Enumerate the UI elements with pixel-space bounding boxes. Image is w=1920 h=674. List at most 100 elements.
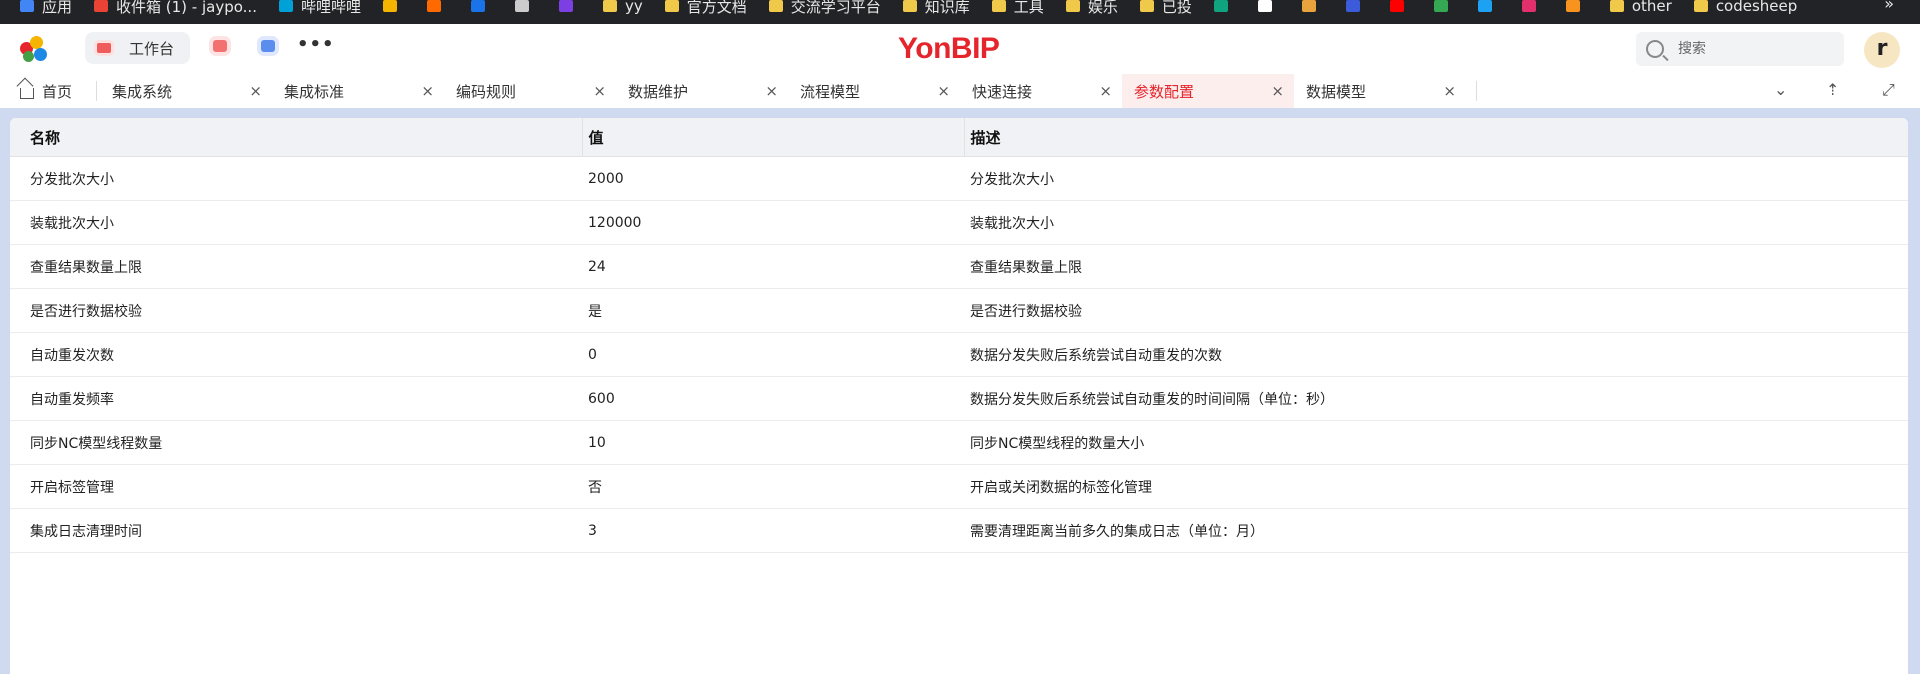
tab-close-icon[interactable]: × bbox=[765, 82, 778, 100]
param-name-cell: 查重结果数量上限 bbox=[10, 244, 582, 289]
bookmark-label: 哔哩哔哩 bbox=[300, 0, 361, 16]
table-row[interactable]: 集成日志清理时间 3 需要清理距离当前多久的集成日志（单位：月） bbox=[10, 508, 1908, 553]
column-header-value[interactable]: 值 bbox=[581, 118, 964, 157]
bookmark-label: 知识库 bbox=[924, 0, 970, 16]
param-description-cell: 开启或关闭数据的标签化管理 bbox=[964, 464, 1908, 509]
tab-label: 流程模型 bbox=[800, 82, 861, 101]
extension-icon bbox=[558, 0, 573, 12]
app-logo-icon[interactable] bbox=[20, 36, 50, 64]
table-row[interactable]: 是否进行数据校验是是否进行数据校验 bbox=[10, 288, 1908, 333]
tab-close-icon[interactable]: × bbox=[1271, 82, 1284, 100]
table-row[interactable]: 查重结果数量上限 24 查重结果数量上限 bbox=[10, 244, 1908, 289]
app-shortcut-icon[interactable] bbox=[261, 40, 275, 52]
content-area: 名称 值 描述 分发批次大小 2000 分发批次大小 装载批次大小 120000 装载批次… bbox=[0, 108, 1920, 674]
bookmark-item[interactable] bbox=[1389, 0, 1412, 12]
bookmark-item[interactable]: 交流学习平台 bbox=[768, 0, 881, 17]
table-row[interactable]: 同步NC模型线程数量 10 同步NC模型线程的数量大小 bbox=[10, 420, 1908, 465]
bookmark-item[interactable]: 已投 bbox=[1139, 0, 1192, 17]
bookmarks-bar: 应用 收件箱 (1) - jaypo... 哔哩哔哩 yy 官方文档 交流学习平台 知识库 工… bbox=[0, 0, 1920, 24]
bookmark-item[interactable] bbox=[1213, 0, 1236, 12]
tab-page[interactable]: 数据模型 × bbox=[1294, 74, 1466, 108]
more-apps-button[interactable]: ••• bbox=[297, 34, 335, 55]
tab-page[interactable]: 数据维护 × bbox=[616, 74, 788, 108]
workbench-button[interactable]: 工作台 bbox=[85, 32, 190, 64]
param-value-cell: 120000 bbox=[582, 200, 964, 245]
user-avatar[interactable]: r bbox=[1864, 32, 1900, 68]
tab-page[interactable]: 参数配置 × bbox=[1122, 74, 1294, 108]
tab-label: 集成系统 bbox=[112, 82, 173, 101]
tab-close-icon[interactable]: × bbox=[1099, 82, 1112, 100]
apps-grid-icon bbox=[20, 0, 34, 12]
bookmark-item[interactable]: 工具 bbox=[991, 0, 1044, 17]
bookmark-label: other bbox=[1631, 0, 1672, 15]
bookmark-item[interactable]: 哔哩哔哩 bbox=[278, 0, 361, 17]
tab-list-dropdown-icon[interactable]: ⌄ bbox=[1774, 80, 1787, 99]
bookmark-item[interactable]: codesheep bbox=[1693, 0, 1797, 15]
bookmark-item[interactable] bbox=[1433, 0, 1456, 12]
fullscreen-icon[interactable]: ⤢ bbox=[1882, 80, 1895, 100]
bookmark-item[interactable]: 应用 bbox=[20, 0, 72, 17]
bookmark-item[interactable]: 娱乐 bbox=[1065, 0, 1118, 17]
bookmark-item[interactable]: yy bbox=[602, 0, 643, 15]
param-value-cell: 0 bbox=[582, 332, 964, 377]
bookmarks-row: 应用 收件箱 (1) - jaypo... 哔哩哔哩 yy 官方文档 交流学习平台 知识库 工… bbox=[20, 0, 1819, 18]
bookmark-label: 工具 bbox=[1013, 0, 1044, 16]
bookmark-item[interactable] bbox=[1521, 0, 1544, 12]
tab-close-icon[interactable]: × bbox=[249, 82, 262, 100]
bookmarks-overflow-button[interactable]: » bbox=[1884, 0, 1894, 13]
search-input[interactable] bbox=[1676, 40, 1820, 58]
table-row[interactable]: 自动重发次数 0 数据分发失败后系统尝试自动重发的次数 bbox=[10, 332, 1908, 377]
tab-bar: 首页 集成系统 × 集成标准 × 编码规则 × 数据维护 × 流程模型 × 快速连接 × 参数配置 × 数据模… bbox=[0, 74, 1920, 109]
table-header-row: 名称 值 描述 bbox=[10, 118, 1908, 157]
bookmark-item[interactable] bbox=[558, 0, 581, 12]
tab-page[interactable]: 集成系统 × bbox=[100, 74, 272, 108]
brand-logo: YonBIP bbox=[898, 32, 1000, 65]
bookmark-item[interactable]: other bbox=[1609, 0, 1672, 15]
gmail-icon bbox=[94, 0, 109, 12]
openai-icon bbox=[1213, 0, 1228, 12]
bookmark-item[interactable] bbox=[1477, 0, 1500, 12]
bookmark-item[interactable]: 收件箱 (1) - jaypo... bbox=[94, 0, 257, 17]
bookmark-item[interactable]: 官方文档 bbox=[664, 0, 747, 17]
tab-page[interactable]: 集成标准 × bbox=[272, 74, 444, 108]
bookmark-item[interactable] bbox=[1565, 0, 1588, 12]
global-search[interactable] bbox=[1636, 32, 1844, 66]
param-description-cell: 同步NC模型线程的数量大小 bbox=[964, 420, 1908, 465]
table-row[interactable]: 装载批次大小 120000 装载批次大小 bbox=[10, 200, 1908, 245]
column-header-description[interactable]: 描述 bbox=[963, 118, 1908, 157]
tab-page[interactable]: 快速连接 × bbox=[960, 74, 1122, 108]
bookmark-item[interactable] bbox=[1345, 0, 1368, 12]
tab-label: 数据维护 bbox=[628, 82, 689, 101]
app-shortcut-icon[interactable] bbox=[213, 40, 227, 52]
tab-close-icon[interactable]: × bbox=[421, 82, 434, 100]
upload-icon[interactable]: ⇡ bbox=[1826, 80, 1839, 99]
bookmark-item[interactable] bbox=[426, 0, 449, 12]
tab-close-icon[interactable]: × bbox=[593, 82, 606, 100]
column-header-name[interactable]: 名称 bbox=[10, 118, 582, 157]
param-name-cell: 同步NC模型线程数量 bbox=[10, 420, 582, 465]
bookmark-item[interactable]: 知识库 bbox=[902, 0, 970, 17]
bookmark-item[interactable] bbox=[470, 0, 493, 12]
param-name-cell: 开启标签管理 bbox=[10, 464, 582, 509]
extension-icon bbox=[470, 0, 485, 12]
tab-close-icon[interactable]: × bbox=[937, 82, 950, 100]
table-row[interactable]: 开启标签管理否开启或关闭数据的标签化管理 bbox=[10, 464, 1908, 509]
tab-close-icon[interactable]: × bbox=[1443, 82, 1456, 100]
param-description-cell: 数据分发失败后系统尝试自动重发的次数 bbox=[964, 332, 1908, 377]
tab-home[interactable]: 首页 bbox=[20, 74, 90, 108]
youtube-icon bbox=[1389, 0, 1404, 12]
param-value-cell: 10 bbox=[582, 420, 964, 465]
bookmark-item[interactable] bbox=[514, 0, 537, 12]
bilibili-icon bbox=[278, 0, 293, 12]
table-row[interactable]: 分发批次大小 2000 分发批次大小 bbox=[10, 156, 1908, 201]
tab-label: 参数配置 bbox=[1134, 82, 1195, 101]
param-description-cell: 数据分发失败后系统尝试自动重发的时间间隔（单位：秒） bbox=[964, 376, 1908, 421]
tab-page[interactable]: 流程模型 × bbox=[788, 74, 960, 108]
tab-page[interactable]: 编码规则 × bbox=[444, 74, 616, 108]
bookmark-item[interactable] bbox=[382, 0, 405, 12]
table-row[interactable]: 自动重发频率 600 数据分发失败后系统尝试自动重发的时间间隔（单位：秒） bbox=[10, 376, 1908, 421]
bookmark-item[interactable] bbox=[1257, 0, 1280, 12]
tab-label: 编码规则 bbox=[456, 82, 517, 101]
folder-icon bbox=[1609, 0, 1624, 12]
bookmark-item[interactable] bbox=[1301, 0, 1324, 12]
